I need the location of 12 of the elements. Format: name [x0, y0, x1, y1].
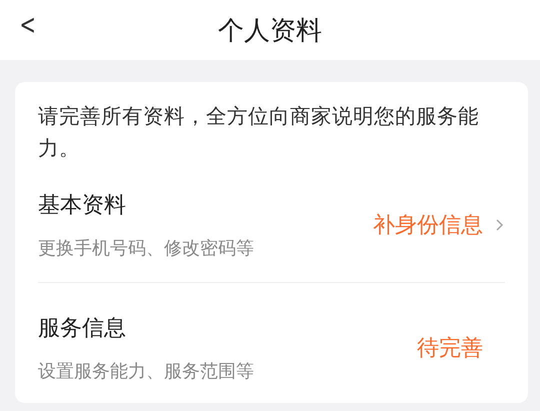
status-text: 待完善: [417, 335, 483, 363]
settings-row[interactable]: 基本资料 更换手机号码、修改密码等 补身份信息: [38, 164, 505, 282]
row-title: 基本资料: [38, 192, 127, 220]
status-text: 补身份信息: [373, 212, 483, 240]
row-subtitle: 设置服务能力、服务范围等: [38, 360, 255, 383]
row-title: 服务信息: [38, 315, 127, 343]
page-title: 个人资料: [218, 14, 322, 48]
chevron-icon: [495, 218, 505, 232]
settings-row[interactable]: 服务信息 设置服务能力、服务范围等 待完善: [38, 282, 505, 403]
back-button[interactable]: <: [16, 8, 39, 41]
intro-text: 请完善所有资料，全方位向商家说明您的服务能力。: [38, 103, 480, 162]
row-subtitle: 更换手机号码、修改密码等: [38, 237, 255, 260]
